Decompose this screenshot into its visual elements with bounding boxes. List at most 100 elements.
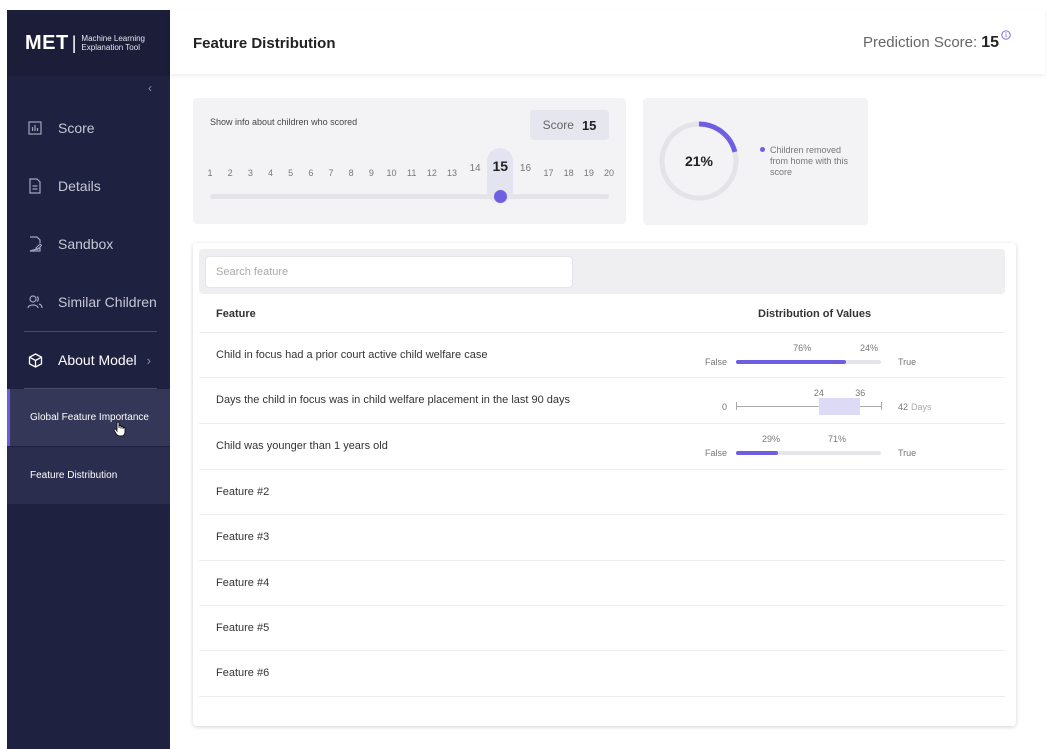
score-tick[interactable]: 19 bbox=[584, 168, 594, 178]
column-header-distribution: Distribution of Values bbox=[758, 308, 872, 320]
users-icon bbox=[25, 295, 45, 309]
distribution-bar-fill bbox=[736, 451, 779, 455]
range-interval-box bbox=[818, 398, 861, 415]
distribution-range: 0 24 36 42 Days bbox=[699, 378, 999, 423]
feature-table-card: Feature Distribution of Values Child in … bbox=[193, 243, 1016, 726]
removal-rate-card: 21% Children removed from home with this… bbox=[643, 98, 868, 225]
table-row[interactable]: Child was younger than 1 years old False… bbox=[199, 423, 1005, 469]
legend-dot bbox=[760, 147, 765, 152]
score-tick[interactable]: 3 bbox=[248, 168, 253, 178]
sidebar-subitem-global-feature-importance[interactable]: Global Feature Importance bbox=[7, 389, 170, 446]
score-tick[interactable]: 14 bbox=[469, 163, 480, 174]
feature-label: Feature #6 bbox=[216, 667, 270, 679]
table-row[interactable]: Feature #6 bbox=[199, 650, 1005, 696]
range-high-label: 36 bbox=[855, 388, 866, 398]
page-title: Feature Distribution bbox=[193, 35, 336, 52]
range-cap-left bbox=[736, 402, 737, 410]
table-row[interactable]: Days the child in focus was in child wel… bbox=[199, 377, 1005, 423]
score-selector-card: Show info about children who scored Scor… bbox=[193, 98, 626, 224]
chevron-right-icon: › bbox=[146, 352, 151, 368]
brand-subtitle: Machine Learning Explanation Tool bbox=[81, 34, 145, 52]
score-tick[interactable]: 8 bbox=[349, 168, 354, 178]
distribution-bar-track bbox=[736, 360, 881, 364]
sidebar-item-details[interactable]: Details bbox=[7, 166, 170, 206]
score-tick-selected[interactable]: 15 bbox=[492, 158, 508, 174]
donut-percent-label: 21% bbox=[684, 153, 714, 169]
bool-false-label: False bbox=[704, 357, 727, 367]
false-percent: 76% bbox=[793, 343, 812, 353]
sidebar-item-similar-children[interactable]: Similar Children bbox=[7, 282, 170, 322]
table-row[interactable]: Feature #2 bbox=[199, 469, 1005, 515]
score-ticks: 1 2 3 4 5 6 7 8 9 10 11 12 13 14 15 16 17 18 19 20 bbox=[207, 158, 614, 190]
prediction-score-label: Prediction Score: bbox=[862, 34, 978, 51]
range-unit: Days bbox=[911, 402, 932, 412]
distribution-bar-track bbox=[736, 451, 881, 455]
score-tick[interactable]: 16 bbox=[520, 163, 531, 174]
range-low-label: 24 bbox=[813, 388, 824, 398]
score-tick[interactable]: 18 bbox=[564, 168, 574, 178]
distribution-bar-fill bbox=[736, 360, 847, 364]
sidebar-subitem-label: Global Feature Importance bbox=[30, 412, 149, 423]
nav-divider bbox=[24, 331, 157, 332]
score-chip-value: 15 bbox=[581, 117, 597, 133]
sidebar-subitem-feature-distribution[interactable]: Feature Distribution bbox=[7, 447, 170, 504]
sidebar: MET | Machine Learning Explanation Tool … bbox=[7, 10, 170, 749]
column-header-feature: Feature bbox=[216, 308, 256, 320]
sidebar-item-label: Score bbox=[58, 120, 95, 136]
sidebar-item-label: Sandbox bbox=[58, 236, 114, 252]
true-percent: 71% bbox=[827, 434, 847, 444]
feature-label: Feature #5 bbox=[216, 622, 270, 634]
range-cap-right bbox=[881, 402, 882, 410]
score-tick[interactable]: 20 bbox=[604, 168, 614, 178]
score-chip: Score 15 bbox=[530, 110, 609, 140]
score-tick[interactable]: 5 bbox=[288, 168, 293, 178]
range-max-value: 42 bbox=[898, 402, 909, 412]
feature-label: Feature #4 bbox=[216, 577, 270, 589]
brand-subtitle-line1: Machine Learning bbox=[81, 34, 146, 43]
brand-subtitle-line2: Explanation Tool bbox=[81, 43, 140, 52]
brand: MET | Machine Learning Explanation Tool bbox=[7, 10, 170, 76]
search-bar bbox=[199, 249, 1005, 294]
score-tick[interactable]: 2 bbox=[228, 168, 233, 178]
header: Feature Distribution Prediction Score: 15 bbox=[170, 10, 1045, 74]
sidebar-item-about-model[interactable]: About Model › bbox=[7, 340, 170, 380]
sidebar-item-sandbox[interactable]: Sandbox bbox=[7, 224, 170, 264]
search-feature-input[interactable] bbox=[205, 256, 573, 288]
brand-logo: MET bbox=[25, 31, 69, 54]
score-tick[interactable]: 7 bbox=[328, 168, 333, 178]
legend-text: Children removed from home with this sco… bbox=[770, 145, 849, 177]
feature-label: Feature #2 bbox=[216, 486, 270, 498]
score-slider-track[interactable] bbox=[210, 194, 609, 199]
table-row[interactable]: Feature #3 bbox=[199, 514, 1005, 560]
range-min-label: 0 bbox=[721, 402, 727, 412]
sidebar-item-score[interactable]: Score bbox=[7, 108, 170, 148]
table-row[interactable]: Feature #4 bbox=[199, 560, 1005, 606]
score-tick[interactable]: 10 bbox=[387, 168, 397, 178]
table-row[interactable]: Child in focus had a prior court active … bbox=[199, 332, 1005, 378]
score-slider-thumb[interactable] bbox=[493, 190, 507, 203]
true-percent: 24% bbox=[859, 343, 879, 353]
brand-separator: | bbox=[71, 32, 77, 53]
score-tick[interactable]: 11 bbox=[407, 168, 416, 178]
score-tick[interactable]: 12 bbox=[427, 168, 437, 178]
sidebar-item-label: Similar Children bbox=[58, 294, 157, 310]
sidebar-item-label: Details bbox=[58, 178, 101, 194]
score-tick[interactable]: 1 bbox=[207, 168, 212, 178]
score-tick[interactable]: 4 bbox=[268, 168, 273, 178]
sidebar-item-label: About Model bbox=[58, 352, 137, 368]
score-tick[interactable]: 6 bbox=[308, 168, 313, 178]
bar-chart-icon bbox=[25, 121, 45, 135]
score-chip-label: Score bbox=[542, 118, 574, 132]
sidebar-subitem-label: Feature Distribution bbox=[30, 470, 118, 481]
feature-label: Feature #3 bbox=[216, 531, 270, 543]
hand-pointer-icon bbox=[113, 421, 127, 440]
score-tick[interactable]: 17 bbox=[543, 168, 553, 178]
feature-label: Child was younger than 1 years old bbox=[216, 440, 388, 452]
range-max-label: 42 Days bbox=[898, 402, 932, 412]
score-tick[interactable]: 13 bbox=[447, 168, 457, 178]
table-row[interactable]: Feature #5 bbox=[199, 605, 1005, 651]
score-tick[interactable]: 9 bbox=[369, 168, 374, 178]
collapse-sidebar-button[interactable]: ‹ bbox=[148, 81, 152, 95]
feature-label: Child in focus had a prior court active … bbox=[216, 349, 488, 361]
info-icon[interactable] bbox=[1001, 27, 1011, 45]
